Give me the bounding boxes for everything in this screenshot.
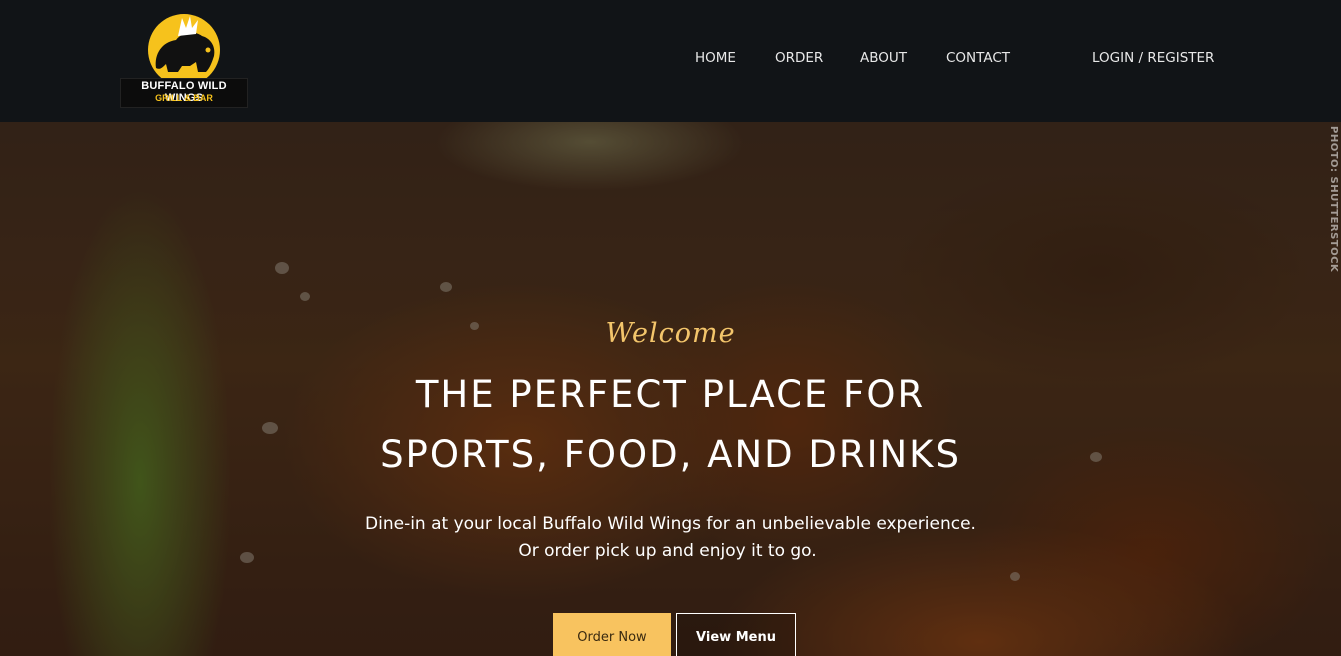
nav-about-link[interactable]: ABOUT bbox=[860, 50, 907, 66]
buffalo-wild-wings-logo[interactable]: BUFFALO WILD WINGS GRILL & BAR bbox=[120, 10, 250, 110]
nav-home-link[interactable]: HOME bbox=[695, 50, 736, 66]
top-navbar: BUFFALO WILD WINGS GRILL & BAR HOME ORDE… bbox=[0, 0, 1341, 122]
hero-headline-line-2: SPORTS, FOOD, AND DRINKS bbox=[380, 433, 961, 476]
photo-credit: PHOTO: SHUTTERSTOCK bbox=[1326, 126, 1340, 301]
photo-credit-text: PHOTO: SHUTTERSTOCK bbox=[1328, 126, 1339, 273]
nav-order-link[interactable]: ORDER bbox=[775, 50, 823, 66]
hero-welcome-text: Welcome bbox=[605, 318, 736, 349]
hero-subtext-line-2: Or order pick up and enjoy it to go. bbox=[518, 541, 817, 561]
nav-login-register-link[interactable]: LOGIN / REGISTER bbox=[1092, 50, 1214, 66]
buffalo-logo-icon bbox=[148, 14, 220, 82]
view-menu-button[interactable]: View Menu bbox=[676, 613, 796, 656]
logo-brand-tagline: GRILL & BAR bbox=[155, 93, 213, 103]
nav-contact-link[interactable]: CONTACT bbox=[946, 50, 1010, 66]
hero-subtext-line-1: Dine-in at your local Buffalo Wild Wings… bbox=[365, 514, 976, 534]
order-now-button[interactable]: Order Now bbox=[553, 613, 671, 656]
hero-headline-line-1: THE PERFECT PLACE FOR bbox=[415, 373, 926, 416]
